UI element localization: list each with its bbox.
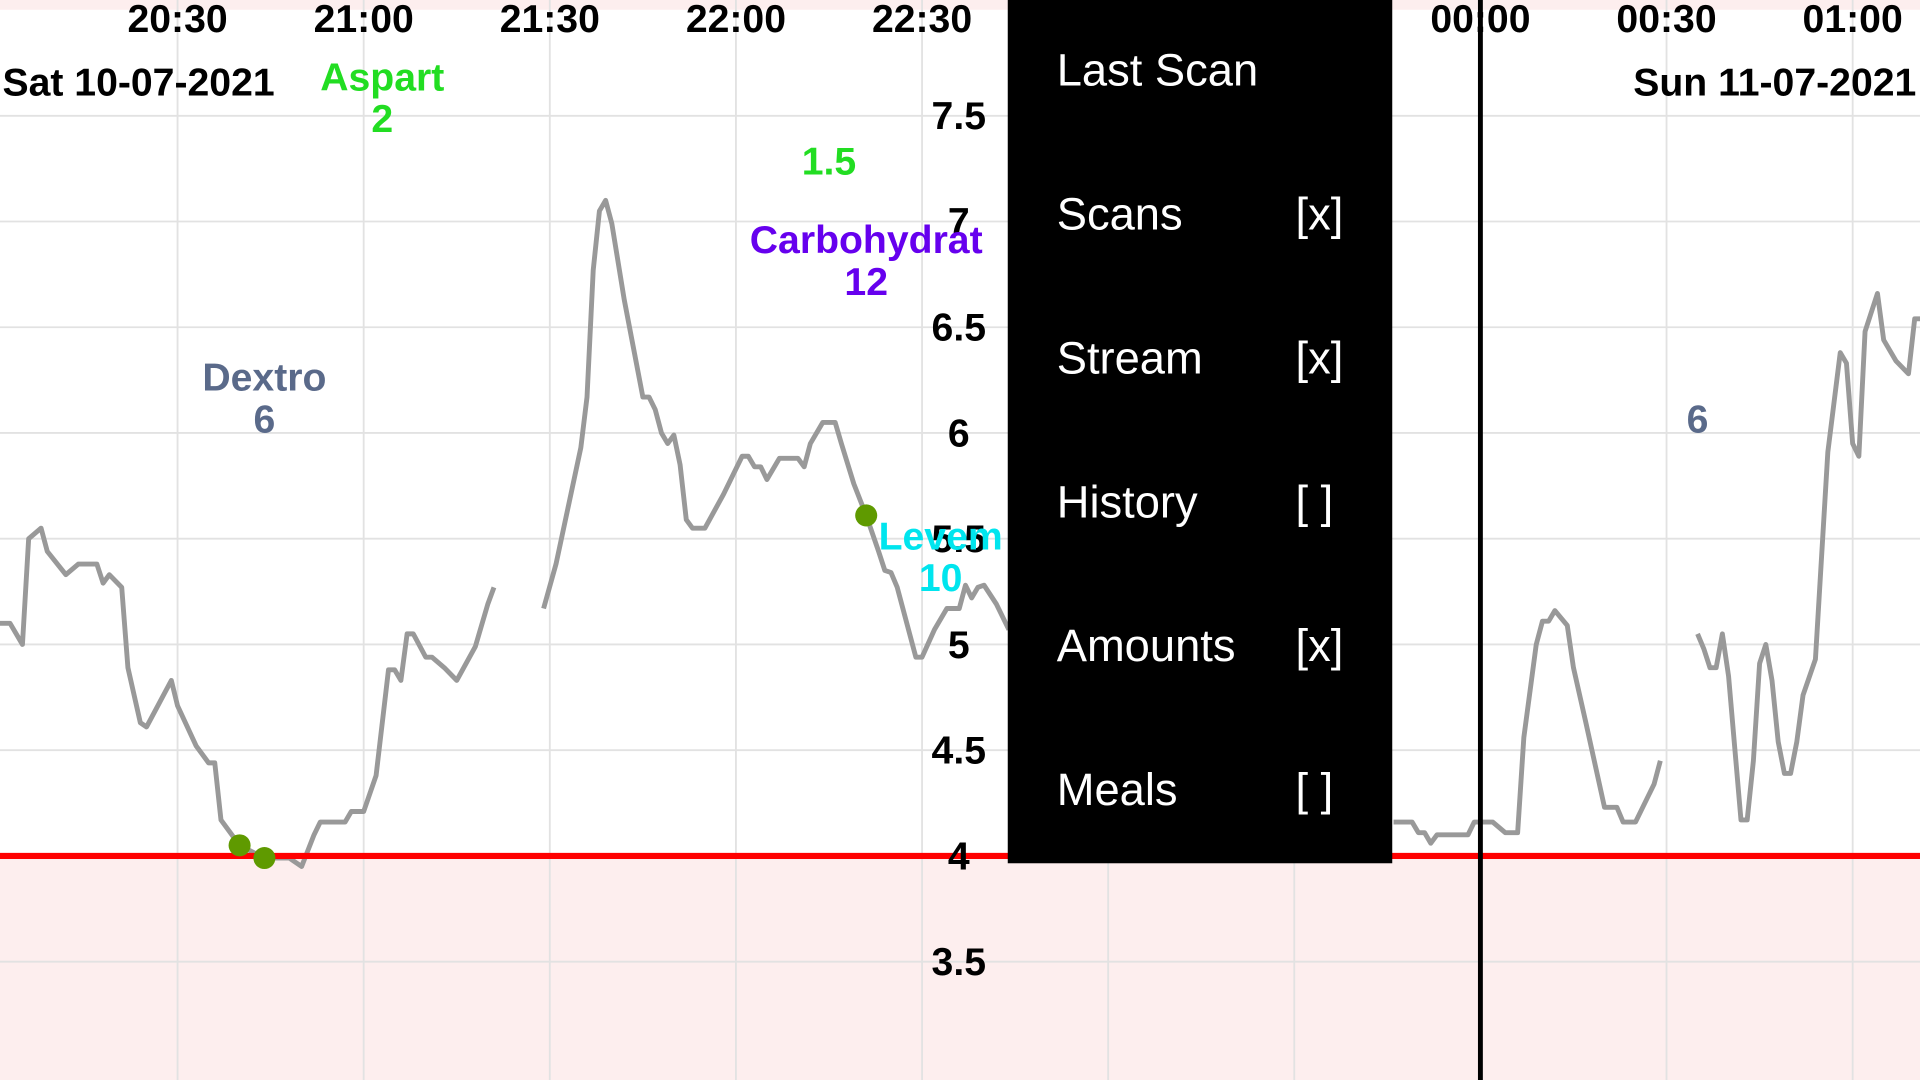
annotation-amount: 1.5: [802, 140, 856, 183]
annotation-name: Levem: [879, 515, 1003, 558]
annotation-amount: 6: [1687, 398, 1709, 441]
x-tick-label: 21:30: [500, 0, 600, 41]
scan-point: [228, 834, 251, 857]
annotation-amount: 12: [844, 261, 888, 304]
menu-item-checkbox: [ ]: [1296, 476, 1334, 527]
glucose-segment: [1695, 290, 1920, 823]
annotation-name: Aspart: [320, 56, 444, 99]
x-tick-label: 22:30: [872, 0, 972, 41]
annotation-name: Dextro: [202, 357, 326, 400]
menu-item-label: Meals: [1057, 764, 1178, 815]
menu-item-label: Amounts: [1057, 620, 1236, 671]
menu-item-label: Stream: [1057, 332, 1203, 383]
menu-item-checkbox: [x]: [1296, 189, 1344, 240]
annotation-amount: 10: [919, 557, 963, 600]
x-tick-label: 22:00: [686, 0, 786, 41]
y-tick-label: 4.5: [932, 730, 986, 773]
glucose-segment: [0, 525, 497, 869]
menu-panel: Last Scan Scans [x] Stream [x] History [ ] Amou…: [1007, 0, 1393, 864]
x-tick-label: 00:30: [1616, 0, 1716, 41]
annotation-name: Carbohydrat: [750, 219, 983, 262]
x-tick-label: 01:00: [1803, 0, 1903, 41]
scan-point: [855, 504, 878, 527]
annotation-amount: 6: [254, 398, 276, 441]
glucose-segment: [1393, 608, 1663, 846]
x-tick-label: 21:00: [314, 0, 414, 41]
menu-item-checkbox: [x]: [1296, 332, 1344, 383]
menu-item-label: History: [1057, 476, 1198, 527]
y-tick-label: 6: [948, 412, 970, 455]
date-right: Sun 11-07-2021: [1633, 62, 1916, 105]
y-tick-label: 3.5: [932, 941, 986, 984]
menu-item-checkbox: [ ]: [1296, 764, 1334, 815]
annotation-amount: 2: [371, 98, 393, 141]
y-tick-label: 6.5: [932, 307, 986, 350]
y-tick-label: 4: [948, 835, 970, 878]
menu-item-amounts[interactable]: Amounts [x]: [1057, 620, 1344, 671]
x-tick-label: 20:30: [127, 0, 227, 41]
menu-item-label: Scans: [1057, 189, 1183, 240]
y-tick-label: 7.5: [932, 95, 986, 138]
date-left: Sat 10-07-2021: [2, 62, 274, 105]
menu-item-label: Last Scan: [1057, 45, 1258, 96]
scan-points: [228, 504, 878, 870]
menu-item-stream[interactable]: Stream [x]: [1057, 332, 1344, 383]
menu-item-last-scan[interactable]: Last Scan: [1057, 45, 1258, 96]
scan-point: [253, 847, 276, 870]
glucose-chart[interactable]: 20:30 21:00 21:30 22:00 22:30 00:00 00:30 01:00…: [0, 0, 1920, 1080]
y-tick-label: 5: [948, 624, 970, 667]
menu-item-checkbox: [x]: [1296, 620, 1344, 671]
